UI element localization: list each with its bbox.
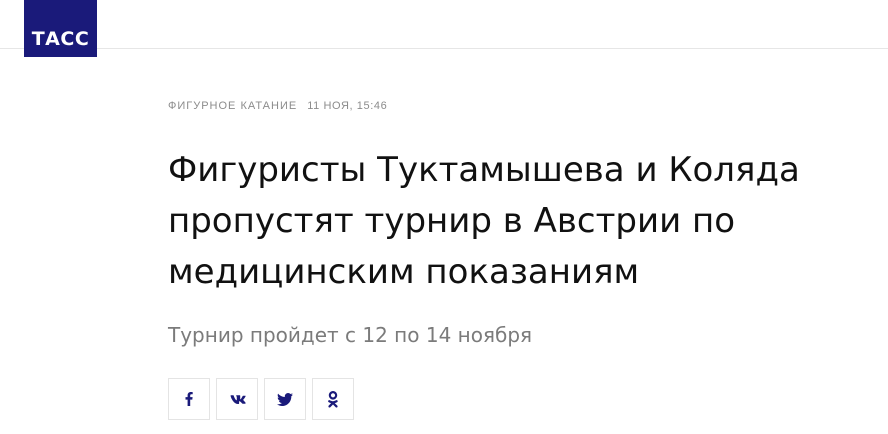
- twitter-icon: [277, 392, 293, 406]
- share-vk-button[interactable]: [216, 378, 258, 420]
- share-odnoklassniki-button[interactable]: [312, 378, 354, 420]
- vk-icon: [230, 395, 246, 404]
- share-facebook-button[interactable]: [168, 378, 210, 420]
- article-header: ФИГУРНОЕ КАТАНИЕ 11 НОЯ, 15:46 Фигуристы…: [168, 98, 848, 420]
- article-lead: Турнир пройдет с 12 по 14 ноября: [168, 323, 533, 347]
- publish-date: 11 НОЯ, 15:46: [307, 100, 388, 112]
- article-title: Фигуристы Туктамышева и Коляда пропустят…: [168, 150, 800, 292]
- top-bar: [0, 0, 888, 49]
- facebook-icon: [185, 392, 193, 406]
- share-twitter-button[interactable]: [264, 378, 306, 420]
- rubric-link[interactable]: ФИГУРНОЕ КАТАНИЕ: [168, 100, 297, 112]
- share-buttons: [168, 378, 848, 420]
- tass-logo[interactable]: ТАСС: [24, 0, 97, 57]
- odnoklassniki-icon: [328, 390, 338, 407]
- article-meta: ФИГУРНОЕ КАТАНИЕ 11 НОЯ, 15:46: [168, 98, 848, 114]
